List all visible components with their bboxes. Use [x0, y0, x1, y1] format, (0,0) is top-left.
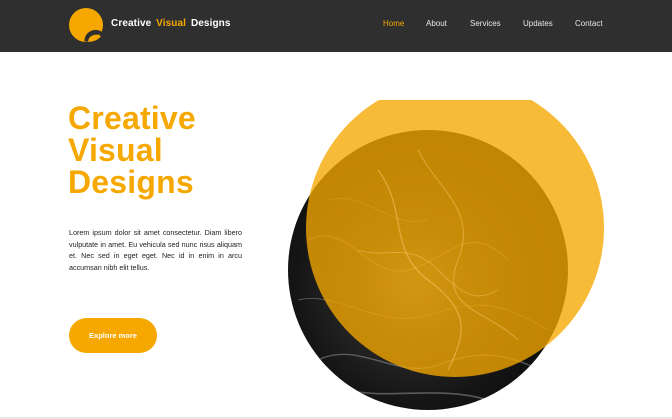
page: Creative Visual Designs Home About Servi…: [0, 0, 672, 417]
hero-title: Creative Visual Designs: [68, 102, 196, 198]
hero-circles-image: [288, 100, 604, 410]
main-nav: Home About Services Updates Contact: [0, 19, 672, 33]
nav-link-about[interactable]: About: [426, 19, 447, 28]
top-navbar: Creative Visual Designs Home About Servi…: [0, 0, 672, 52]
explore-more-button[interactable]: Explore more: [69, 318, 157, 353]
nav-link-contact[interactable]: Contact: [575, 19, 603, 28]
nav-link-home[interactable]: Home: [383, 19, 404, 28]
nav-link-updates[interactable]: Updates: [523, 19, 553, 28]
hero-description: Lorem ipsum dolor sit amet consectetur. …: [69, 228, 242, 272]
hero-title-line-3: Designs: [68, 164, 194, 200]
hero-title-line-2: Visual: [68, 132, 163, 168]
hero-title-line-1: Creative: [68, 100, 196, 136]
nav-link-services[interactable]: Services: [470, 19, 501, 28]
